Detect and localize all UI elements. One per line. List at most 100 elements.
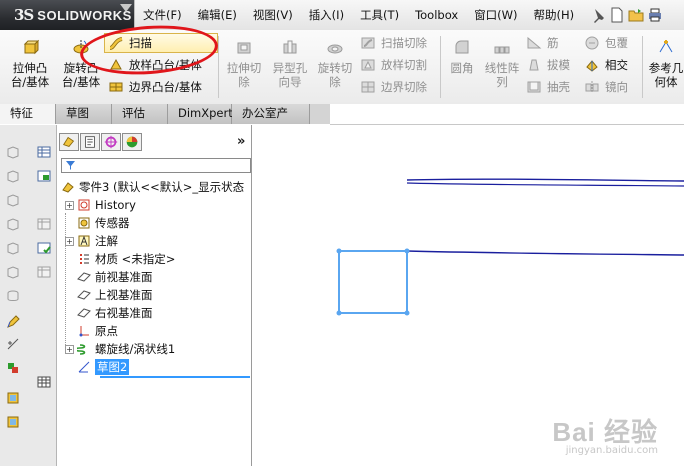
property-manager-tab-icon[interactable] bbox=[80, 133, 100, 151]
table-icon[interactable] bbox=[37, 265, 51, 279]
wrap-button[interactable]: 包覆 bbox=[584, 33, 628, 53]
new-document-icon[interactable] bbox=[609, 7, 625, 23]
tree-filter-field[interactable] bbox=[61, 158, 251, 173]
yellow-box-icon[interactable] bbox=[6, 415, 20, 429]
revolve-cut-button[interactable]: 旋转切 除 bbox=[313, 38, 357, 89]
boundary-boss-button[interactable]: 边界凸台/基体 bbox=[108, 77, 202, 97]
menu-insert[interactable]: 插入(I) bbox=[301, 7, 352, 23]
hole-wizard-icon bbox=[283, 40, 297, 54]
box-view-icon[interactable] bbox=[6, 217, 20, 231]
yellow-box-icon[interactable] bbox=[6, 391, 20, 405]
quick-access-toolbar bbox=[584, 0, 684, 30]
sketch-vertex-point[interactable] bbox=[336, 248, 342, 254]
fillet-button[interactable]: 圆角 bbox=[444, 38, 480, 75]
menu-toolbox[interactable]: Toolbox bbox=[407, 8, 466, 22]
table-icon[interactable] bbox=[37, 145, 51, 159]
tree-connector-line bbox=[65, 213, 67, 353]
linear-pattern-button[interactable]: 线性阵 列 bbox=[480, 38, 524, 89]
shell-button[interactable]: 抽壳 bbox=[526, 77, 570, 97]
hole-wizard-button[interactable]: 异型孔 向导 bbox=[268, 38, 312, 89]
box-view-icon[interactable] bbox=[6, 241, 20, 255]
sketch-square-profile[interactable] bbox=[338, 250, 408, 314]
tree-item-top-plane[interactable]: 上视基准面 bbox=[77, 286, 153, 304]
expand-toggle-icon[interactable]: + bbox=[65, 200, 74, 210]
extrude-boss-button[interactable]: 拉伸凸 台/基体 bbox=[6, 38, 54, 89]
selection-underline bbox=[100, 376, 250, 378]
tab-office-products[interactable]: 办公室产品 bbox=[232, 104, 310, 139]
feature-tree-tab-icon[interactable] bbox=[59, 133, 79, 151]
boundary-cut-button[interactable]: 边界切除 bbox=[360, 77, 427, 97]
tree-item-sketch2[interactable]: 草图2 bbox=[77, 358, 130, 376]
helix-curve-lower[interactable] bbox=[406, 250, 684, 256]
menu-edit[interactable]: 编辑(E) bbox=[190, 7, 245, 23]
sketch-vertex-point[interactable] bbox=[404, 310, 410, 316]
table-icon[interactable] bbox=[37, 217, 51, 231]
configuration-manager-tab-icon[interactable] bbox=[101, 133, 121, 151]
menu-view[interactable]: 视图(V) bbox=[245, 7, 301, 23]
revolve-boss-button[interactable]: 旋转凸 台/基体 bbox=[56, 38, 106, 89]
watermark-url: jingyan.baidu.com bbox=[565, 445, 658, 456]
display-manager-tab-icon[interactable] bbox=[122, 133, 142, 151]
reference-geometry-icon bbox=[659, 40, 673, 53]
sketch-vertex-point[interactable] bbox=[404, 248, 410, 254]
tab-dimxpert[interactable]: DimXpert bbox=[168, 104, 233, 124]
smart-dimension-icon[interactable] bbox=[6, 337, 20, 351]
sketch-vertex-point[interactable] bbox=[336, 310, 342, 316]
extrude-cut-button[interactable]: 拉伸切 除 bbox=[222, 38, 266, 89]
menu-tools[interactable]: 工具(T) bbox=[352, 7, 407, 23]
open-folder-icon[interactable] bbox=[628, 7, 644, 23]
draft-label: 拔模 bbox=[547, 58, 570, 72]
solidworks-logo[interactable]: 3S SOLIDWORKS bbox=[14, 6, 132, 24]
tree-item-history[interactable]: + History bbox=[65, 196, 136, 214]
lofted-cut-label: 放样切割 bbox=[381, 58, 427, 72]
tree-item-material[interactable]: 材质 <未指定> bbox=[77, 250, 175, 268]
pin-icon[interactable] bbox=[590, 7, 606, 23]
tree-item-origin[interactable]: 原点 bbox=[77, 322, 118, 340]
logo-menu-arrow-icon[interactable] bbox=[120, 4, 132, 12]
graphics-area[interactable]: Bai 经验 jingyan.baidu.com bbox=[252, 125, 684, 466]
table-color-icon[interactable] bbox=[37, 169, 51, 183]
toolbar-separator bbox=[440, 36, 441, 98]
print-icon[interactable] bbox=[647, 7, 663, 23]
rib-button[interactable]: 筋 bbox=[526, 33, 559, 53]
boundary-cut-label: 边界切除 bbox=[381, 80, 427, 94]
draft-button[interactable]: 拔模 bbox=[526, 55, 570, 75]
feature-manager-panel: » 零件3 (默认<<默认>_显示状态 + History 传感器 + 注解 材… bbox=[57, 125, 252, 466]
menu-file[interactable]: 文件(F) bbox=[135, 7, 190, 23]
panel-expand-chevron-icon[interactable]: » bbox=[237, 134, 245, 149]
tree-item-helix[interactable]: + 螺旋线/涡状线1 bbox=[65, 340, 175, 358]
lofted-cut-button[interactable]: 放样切割 bbox=[360, 55, 427, 75]
tree-root-part[interactable]: 零件3 (默认<<默认>_显示状态 bbox=[61, 178, 244, 196]
swept-cut-button[interactable]: 扫描切除 bbox=[360, 33, 427, 53]
table-grid-icon[interactable] bbox=[37, 375, 51, 389]
menu-window[interactable]: 窗口(W) bbox=[466, 7, 525, 23]
sweep-label: 扫描 bbox=[129, 36, 152, 50]
cylinder-view-icon[interactable] bbox=[6, 289, 20, 303]
tab-features[interactable]: 特征 bbox=[0, 104, 56, 124]
box-view-icon[interactable] bbox=[6, 193, 20, 207]
tree-item-annotations[interactable]: + 注解 bbox=[65, 232, 118, 250]
box-view-icon[interactable] bbox=[6, 265, 20, 279]
tree-item-sensors[interactable]: 传感器 bbox=[77, 214, 130, 232]
menu-help[interactable]: 帮助(H) bbox=[526, 7, 583, 23]
helix-curve-middle-back[interactable] bbox=[406, 182, 684, 187]
tree-item-right-plane[interactable]: 右视基准面 bbox=[77, 304, 153, 322]
relations-icon[interactable] bbox=[6, 361, 20, 375]
tab-evaluate[interactable]: 评估 bbox=[112, 104, 168, 124]
helix-curve-middle[interactable] bbox=[406, 178, 684, 182]
intersect-button[interactable]: 相交 bbox=[584, 55, 628, 75]
loft-button[interactable]: 放样凸台/基体 bbox=[108, 55, 202, 75]
lofted-cut-icon bbox=[361, 59, 375, 71]
tab-sketch[interactable]: 草图 bbox=[56, 104, 112, 124]
box-view-icon[interactable] bbox=[6, 145, 20, 159]
table-check-icon[interactable] bbox=[37, 241, 51, 255]
filter-funnel-icon bbox=[66, 161, 75, 170]
reference-geometry-button[interactable]: 参考几 何体 bbox=[646, 38, 684, 89]
sketch-pencil-icon[interactable] bbox=[6, 315, 20, 329]
box-view-icon[interactable] bbox=[6, 169, 20, 183]
mirror-button[interactable]: 镜向 bbox=[584, 77, 628, 97]
tree-item-label: 材质 <未指定> bbox=[95, 252, 176, 266]
mirror-label: 镜向 bbox=[605, 80, 628, 94]
sweep-button[interactable]: 扫描 bbox=[108, 33, 152, 53]
tree-item-front-plane[interactable]: 前视基准面 bbox=[77, 268, 153, 286]
